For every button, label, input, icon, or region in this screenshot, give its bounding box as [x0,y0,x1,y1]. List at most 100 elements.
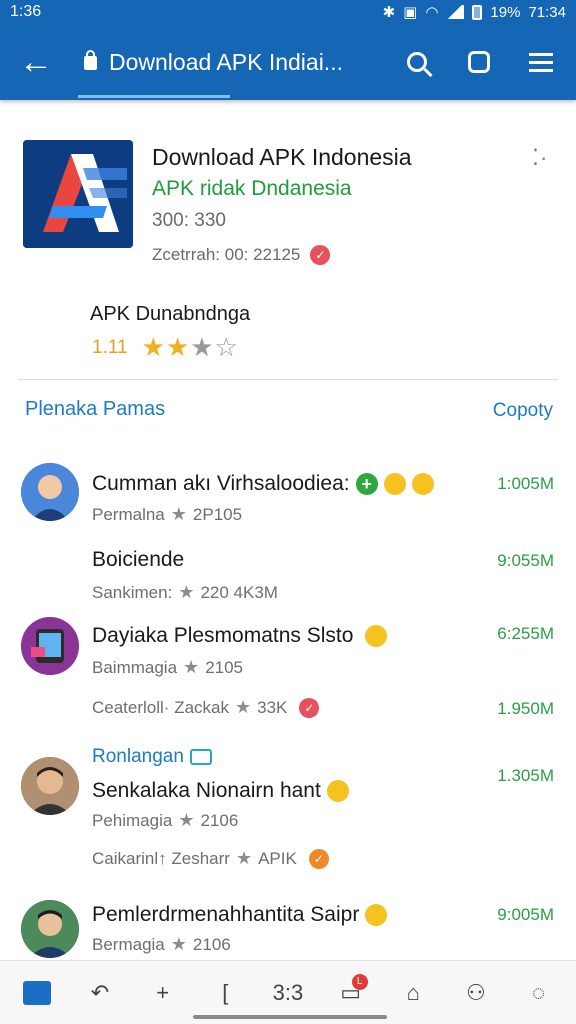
star-icon: ★ [178,582,195,602]
item-title: Cumman akı Virhsaloodiea: [92,472,350,495]
item-extra-size: 1.950M [497,699,554,718]
section-header: Plenaka Pamas Copoty [0,396,576,426]
item-rating: 220 4K3M [200,582,278,602]
section-title[interactable]: Plenaka Pamas [25,398,165,421]
item-size: 6:255M [497,624,554,643]
verified-icon: ✓ [310,245,331,265]
verified-orange-icon: ✓ [308,848,329,869]
rating-row: 1.11 ★★★☆ [92,332,239,363]
list-item[interactable]: Cumman akı Virhsaloodiea: + Permalna ★ 2… [0,460,576,530]
smile-emoji-icon [365,625,388,647]
status-bar: 1:36 ✱ ▣ ◠ 19% 71:34 [0,0,576,24]
nav-plus-button[interactable]: + [140,970,186,1016]
nav-profile-button[interactable]: ⚇ [453,970,499,1016]
item-tag-row: Ronlangan [92,746,212,768]
tab-indicator [78,95,230,98]
wifi-icon: ◠ [425,4,439,21]
home-indicator [193,1015,387,1019]
item-extra-rating: 33K [257,697,288,717]
tag-badge-icon [189,749,212,765]
status-clock: 71:34 [528,3,566,21]
nav-home-button[interactable] [14,970,60,1016]
item-size: 9:055M [497,551,554,570]
star-icon: ★ [178,810,195,830]
more-dots-icon[interactable]: ⁚· [532,145,548,171]
list-item[interactable]: Dayiaka Plesmomatns Slsto Baimmagia ★ 21… [0,615,576,725]
avatar-app-icon [21,617,79,675]
nav-chat-button[interactable]: ◌ [516,970,562,1016]
home-icon [23,980,52,1005]
back-arrow-icon: ← [19,42,53,81]
tabs-icon [468,51,490,73]
nav-notifications-button[interactable]: ▭ L [328,970,374,1016]
plus-emoji-icon: + [355,473,378,495]
verified-icon: ✓ [299,697,320,718]
item-rating: 2P105 [192,504,243,524]
item-tag: Ronlangan [92,746,184,767]
item-size: 9:005M [497,905,554,924]
item-title: Senkalaka Nionairn hant [92,779,321,802]
avatar [21,463,79,521]
nav-center-button[interactable]: 3:3 [265,970,311,1016]
smile-emoji-icon [326,780,349,802]
app-header: Download APK Indonesia APK ridak Dndanes… [0,100,576,380]
item-size: 1:005M [497,474,554,493]
screen: 1:36 ✱ ▣ ◠ 19% 71:34 ← Download APK Indi… [0,0,576,1024]
list-item[interactable]: Pemlerdrmenahhantita Saipr Bermagia ★ 21… [0,897,576,959]
avatar [21,900,79,958]
item-extra-meta: Ceaterloll· Zackak [92,697,229,717]
battery-percent: 19% [490,3,521,21]
item-title: Dayiaka Plesmomatns Slsto [92,624,354,647]
app-date-row: Zcetrrah: 00: 22125 ✓ [152,245,331,265]
avatar-person-icon [21,463,79,521]
star-icon: ★ [183,657,200,677]
app-version: 300: 330 [152,210,226,231]
nav-share-button[interactable]: ⌂ [390,970,436,1016]
divider [18,379,558,380]
profile-icon: ⚇ [466,979,486,1005]
app-logo[interactable] [23,140,133,248]
tab-current[interactable]: Download APK Indiai... [72,24,372,100]
signal-icon [446,5,465,19]
nfc-icon: ▣ [403,4,418,21]
undo-icon: ↶ [90,979,110,1005]
menu-icon [529,52,553,72]
item-extra-rating: APIK [258,848,297,868]
plus-icon: + [156,979,170,1005]
status-time: 1:36 [10,3,42,20]
nav-bracket-button[interactable]: [ [202,970,248,1016]
tabs-button[interactable] [448,24,510,100]
app-subtitle[interactable]: APK ridak Dndanesia [152,177,352,201]
tab-title: Download APK Indiai... [109,48,343,75]
avatar-person-icon [21,900,79,958]
smile-emoji-icon [365,904,388,926]
item-title: Pemlerdrmenahhantita Saipr [92,903,360,926]
bluetooth-icon: ✱ [382,4,396,21]
item-extra-meta: Caikarinl↑ Zesharr [92,848,230,868]
item-rating: 2106 [192,934,231,954]
item-title: Boiciende [92,548,185,571]
back-button[interactable]: ← [0,24,72,100]
list-item[interactable]: Ronlangan Senkalaka Nionairn hant Pehima… [0,742,576,872]
item-title-row: Pemlerdrmenahhantita Saipr [92,903,388,927]
item-title-row: Cumman akı Virhsaloodiea: + [92,472,434,496]
item-meta-row: Bermagia ★ 2106 [92,934,231,955]
smile-emoji-icon [383,473,406,495]
item-meta: Bermagia [92,934,165,954]
share-icon: ⌂ [406,979,420,1005]
item-meta-row: Sankimen: ★ 220 4K3M [92,582,278,603]
chat-icon: ◌ [532,979,546,1005]
item-rating: 2106 [200,810,239,830]
list-item[interactable]: Boiciende Sankimen: ★ 220 4K3M 9:055M [0,545,576,605]
item-title-row: Senkalaka Nionairn hant [92,779,349,803]
app-title: Download APK Indonesia [152,144,412,170]
section-action-link[interactable]: Copoty [493,400,553,422]
nav-undo-button[interactable]: ↶ [77,970,123,1016]
rating-stars: ★★★☆ [141,332,239,362]
menu-button[interactable] [510,24,572,100]
lock-icon [84,50,97,70]
search-button[interactable] [386,24,448,100]
item-meta-row: Pehimagia ★ 2106 [92,810,238,831]
avatar [21,617,79,675]
item-meta: Pehimagia [92,810,173,830]
